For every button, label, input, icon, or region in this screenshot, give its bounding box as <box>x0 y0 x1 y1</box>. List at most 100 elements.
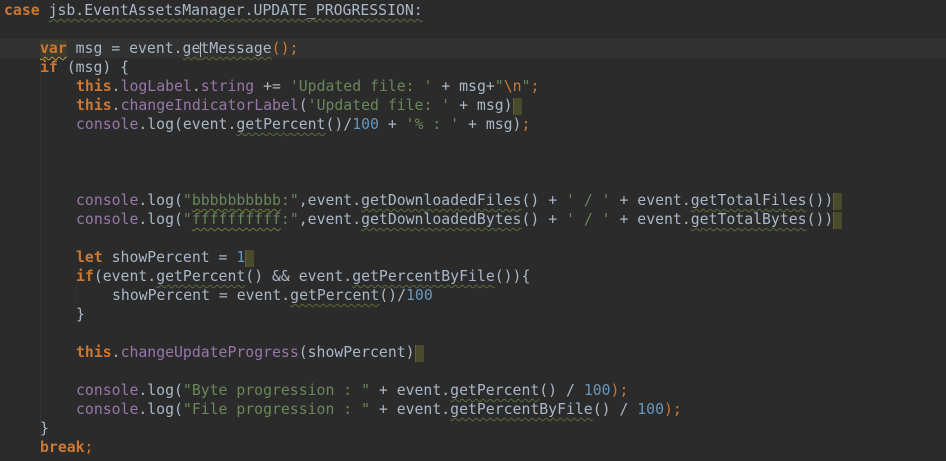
code-token: } <box>40 420 49 437</box>
code-line[interactable]: case jsb.EventAssetsManager.UPDATE_PROGR… <box>0 1 946 20</box>
code-token: getPercent <box>236 116 326 133</box>
code-token: 'Updated file: ' <box>289 78 433 95</box>
code-token: getDownloadedFiles <box>361 192 522 209</box>
code-line[interactable]: } <box>0 305 946 324</box>
code-token: '% : ' <box>405 116 460 133</box>
code-token: "Byte progression : " <box>182 382 370 399</box>
code-token: () + <box>521 192 567 209</box>
code-line[interactable]: this.logLabel.string += 'Updated file: '… <box>0 77 946 96</box>
code-line[interactable]: if(event.getPercent() && event.getPercen… <box>0 267 946 286</box>
code-line-current[interactable]: var msg = event.getMessage(); <box>0 39 946 58</box>
code-token: this <box>76 344 112 361</box>
code-token: 100 <box>352 116 379 133</box>
code-token: ()) <box>806 192 834 209</box>
code-token: () + <box>521 211 567 228</box>
code-line[interactable]: console.log("File progression : " + even… <box>0 400 946 419</box>
code-token: console <box>76 116 139 133</box>
code-line[interactable]: break; <box>0 438 946 457</box>
code-line[interactable] <box>0 20 946 39</box>
code-editor[interactable]: case jsb.EventAssetsManager.UPDATE_PROGR… <box>0 0 946 461</box>
code-line[interactable]: this.changeIndicatorLabel('Updated file:… <box>0 96 946 115</box>
code-token: (event. <box>93 268 157 285</box>
code-token: + msg) <box>459 116 522 133</box>
code-token: .log( <box>138 382 183 399</box>
code-token: " <box>182 211 192 228</box>
code-token: 100 <box>406 287 433 304</box>
code-line[interactable]: showPercent = event.getPercent()/100 <box>0 286 946 305</box>
code-token: . <box>111 78 121 95</box>
code-line[interactable]: this.changeUpdateProgress(showPercent) <box>0 343 946 362</box>
code-token: 'Updated file: ' <box>307 97 451 114</box>
code-line[interactable] <box>0 362 946 381</box>
code-token: bbbbbbbbbb <box>191 192 281 209</box>
code-token: + event. <box>610 211 691 228</box>
code-token: msg = event. <box>66 40 183 57</box>
code-token: + <box>378 116 406 133</box>
code-token: + event. <box>369 401 451 418</box>
code-token: :" <box>280 192 299 209</box>
code-token: getPercent <box>156 268 246 285</box>
code-token: ()/ <box>325 116 353 133</box>
code-token: } <box>76 306 85 323</box>
code-token: "File progression : " <box>182 401 370 418</box>
code-token: ; <box>84 439 94 456</box>
code-token: showPercent = <box>102 249 237 266</box>
missing-semicolon-marker <box>414 344 424 362</box>
code-token: break <box>40 439 85 456</box>
code-token: case <box>4 2 40 19</box>
code-line[interactable]: if (msg) { <box>0 58 946 77</box>
code-token: ); <box>664 401 682 418</box>
code-token: ,event. <box>298 192 362 209</box>
code-token: ; <box>530 78 540 95</box>
code-token: getTotalBytes <box>690 211 807 228</box>
code-line[interactable]: console.log("bbbbbbbbbb:",event.getDownl… <box>0 191 946 210</box>
code-token: + msg) <box>450 97 513 114</box>
missing-semicolon-marker <box>833 192 843 210</box>
code-token: console <box>76 211 139 228</box>
code-line[interactable] <box>0 153 946 172</box>
code-line[interactable]: } <box>0 419 946 438</box>
code-token: let <box>76 249 103 266</box>
code-token: ); <box>610 382 629 399</box>
code-token: logLabel <box>120 78 192 95</box>
code-token: console <box>76 401 139 418</box>
code-token: () / <box>539 382 584 399</box>
code-line[interactable]: console.log(event.getPercent()/100 + '% … <box>0 115 946 134</box>
missing-semicolon-marker <box>512 97 522 115</box>
code-line[interactable] <box>0 457 946 461</box>
code-token: ,event. <box>298 211 362 228</box>
code-token: () && event. <box>245 268 353 285</box>
code-line[interactable] <box>0 134 946 153</box>
code-line[interactable]: console.log("ffffffffff:",event.getDownl… <box>0 210 946 229</box>
code-token: getPercent <box>450 382 540 399</box>
code-token: .log( <box>138 401 183 418</box>
code-token: changeIndicatorLabel <box>120 97 299 114</box>
code-token: jsb.EventAssetsManager.UPDATE_PROGRESSIO… <box>48 2 423 19</box>
code-line[interactable] <box>0 172 946 191</box>
code-line[interactable]: console.log("Byte progression : " + even… <box>0 381 946 400</box>
code-token: ( <box>298 97 308 114</box>
code-token: 100 <box>637 401 664 418</box>
code-token: getTotalFiles <box>690 192 807 209</box>
code-token: + msg+ <box>432 78 495 95</box>
code-token: ' / ' <box>566 211 611 228</box>
code-token: . <box>191 78 201 95</box>
code-token: .log(event. <box>138 116 237 133</box>
code-token: tMessage <box>200 40 272 57</box>
code-line[interactable] <box>0 324 946 343</box>
code-token: (); <box>271 40 299 57</box>
code-token: 1 <box>236 249 246 266</box>
code-token: :" <box>280 211 299 228</box>
code-line[interactable] <box>0 229 946 248</box>
code-token: this <box>76 97 112 114</box>
code-token: \n <box>503 78 522 95</box>
code-token: ' / ' <box>566 192 611 209</box>
code-token: += <box>254 78 290 95</box>
code-token: if <box>76 268 94 285</box>
code-token: " <box>494 78 504 95</box>
code-token: .log( <box>138 211 183 228</box>
code-token: showPercent = event. <box>112 287 291 304</box>
code-line[interactable]: let showPercent = 1 <box>0 248 946 267</box>
code-token: console <box>76 382 139 399</box>
